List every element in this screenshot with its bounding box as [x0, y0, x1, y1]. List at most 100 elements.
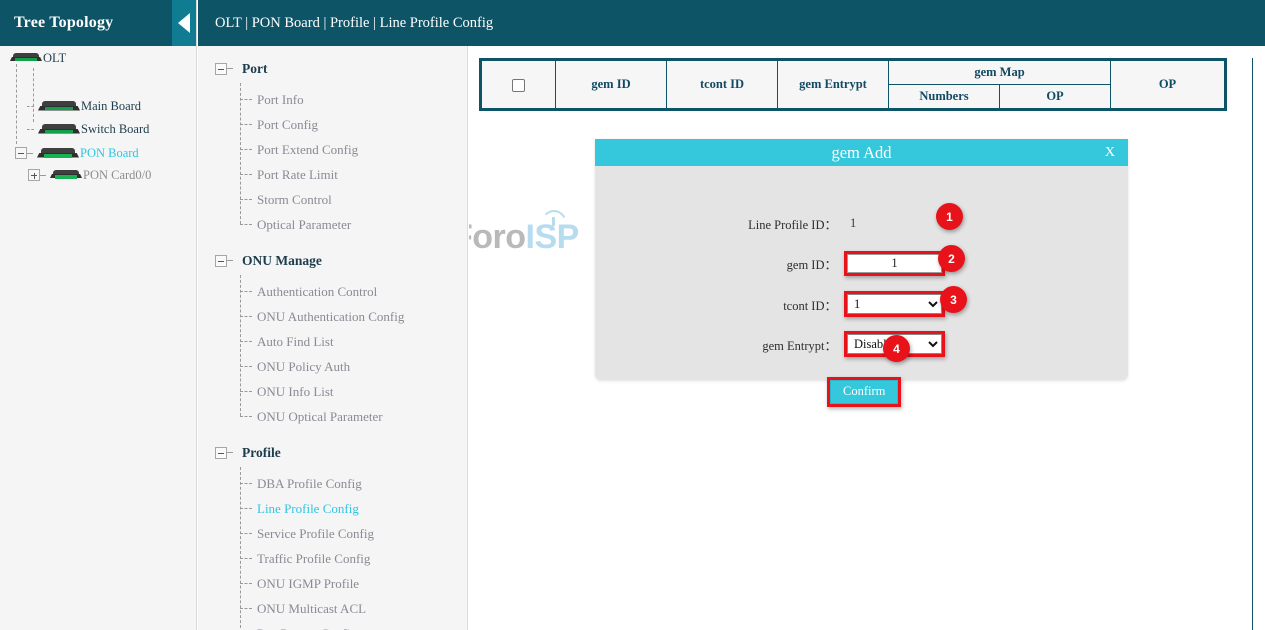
watermark-isp: ISP: [526, 218, 579, 256]
tree-node-pon-card[interactable]: PON Card0/0: [28, 166, 151, 184]
column-header-gem-entrypt: gem Entrypt: [778, 60, 889, 110]
menu-group-port[interactable]: Port: [198, 56, 467, 81]
tcont-id-label: tcont ID：: [595, 295, 844, 314]
field-row-gem-id: gem ID：: [595, 251, 1128, 276]
field-row-gem-entrypt: gem Entrypt： DisableEnable: [595, 331, 1128, 357]
tree-branch-line: [40, 175, 46, 176]
menu-item-label: Port Config: [257, 117, 318, 133]
menu-branch-line: [227, 452, 233, 453]
menu-item-label: ONU Multicast ACL: [257, 601, 366, 617]
annotation-badge-1: 1: [936, 203, 963, 230]
menu-item-auto-find-list[interactable]: Auto Find List: [198, 329, 467, 354]
menu-group-label: Profile: [242, 445, 281, 461]
tcont-id-select[interactable]: 1: [847, 294, 942, 314]
menu-item-label: Line Profile Config: [257, 501, 359, 517]
menu-item-port-extend-config[interactable]: Port Extend Config: [198, 137, 467, 162]
menu-group-onu-manage[interactable]: ONU Manage: [198, 248, 467, 273]
navigation-menu-panel: Port Port Info Port Config Port Extend C…: [198, 46, 468, 630]
watermark-text: ForoISP: [469, 218, 579, 257]
select-all-cell: [481, 60, 556, 110]
tree-topology-body: OLT Main Board Switch Board: [0, 46, 196, 52]
menu-item-dba-profile-config[interactable]: DBA Profile Config: [198, 471, 467, 496]
table-header-row-1: gem ID tcont ID gem Entrypt gem Map OP: [481, 60, 1226, 85]
board-device-icon: [50, 169, 82, 181]
menu-item-port-info[interactable]: Port Info: [198, 87, 467, 112]
triangle-left-icon: [178, 13, 190, 33]
olt-device-icon: [10, 52, 42, 64]
menu-branch-line: [240, 533, 252, 534]
tree-node-pon-board[interactable]: PON Board: [15, 144, 139, 162]
tree-node-olt[interactable]: OLT: [10, 49, 66, 67]
menu-item-onu-info-list[interactable]: ONU Info List: [198, 379, 467, 404]
menu-expander-minus-icon[interactable]: [215, 447, 227, 459]
tree-node-switch-board[interactable]: Switch Board: [27, 120, 149, 138]
menu-item-label: Storm Control: [257, 192, 332, 208]
board-device-icon: [38, 100, 80, 113]
menu-item-onu-optical-parameter[interactable]: ONU Optical Parameter: [198, 404, 467, 429]
menu-item-traffic-profile-config[interactable]: Traffic Profile Config: [198, 546, 467, 571]
board-device-icon: [38, 123, 80, 136]
menu-branch-line: [240, 99, 252, 100]
menu-item-onu-authentication-config[interactable]: ONU Authentication Config: [198, 304, 467, 329]
menu-item-label: Port Extend Config: [257, 142, 358, 158]
olt-management-page: Tree Topology OLT: [0, 0, 1265, 630]
menu-branch-line: [240, 608, 252, 609]
collapse-panel-button[interactable]: [172, 0, 196, 46]
confirm-button-wrap: Confirm: [827, 377, 901, 407]
gem-id-field-wrap: [844, 251, 945, 276]
menu-item-label: ONU Authentication Config: [257, 309, 404, 325]
dialog-body: Line Profile ID： 1 gem ID： tcont ID： 1: [595, 166, 1128, 380]
menu-item-service-profile-config[interactable]: Service Profile Config: [198, 521, 467, 546]
annotation-badge-2: 2: [938, 245, 965, 272]
menu-group-profile[interactable]: Profile: [198, 440, 467, 465]
menu-item-label: Port Rate Limit: [257, 167, 338, 183]
menu-branch-line: [240, 316, 252, 317]
close-icon[interactable]: X: [1105, 145, 1115, 161]
tree-expander-plus-icon[interactable]: [28, 169, 40, 181]
menu-item-storm-control[interactable]: Storm Control: [198, 187, 467, 212]
menu-item-authentication-control[interactable]: Authentication Control: [198, 279, 467, 304]
menu-branch-line: [227, 68, 233, 69]
menu-expander-minus-icon[interactable]: [215, 255, 227, 267]
gem-id-label: gem ID：: [595, 254, 844, 273]
menu-item-line-profile-config[interactable]: Line Profile Config: [198, 496, 467, 521]
column-header-tcont-id: tcont ID: [667, 60, 778, 110]
annotation-highlight-4: Confirm: [827, 377, 901, 407]
dialog-header: gem Add X: [595, 139, 1128, 166]
menu-branch-line: [240, 149, 252, 150]
tree-node-label: Main Board: [81, 99, 141, 114]
wifi-arc-icon: [541, 210, 567, 224]
annotation-badge-4: 4: [883, 335, 910, 362]
top-header-bar: OLT | PON Board | Profile | Line Profile…: [198, 0, 1265, 46]
annotation-highlight-2: 1: [844, 291, 945, 317]
menu-item-label: ONU Optical Parameter: [257, 409, 383, 425]
menu-item-label: Auto Find List: [257, 334, 334, 350]
tree-node-label: Switch Board: [81, 122, 149, 137]
tree-node-label: OLT: [43, 51, 66, 66]
menu-item-onu-igmp-profile[interactable]: ONU IGMP Profile: [198, 571, 467, 596]
tcont-id-field-wrap: 1: [844, 291, 945, 317]
menu-item-label: ONU IGMP Profile: [257, 576, 359, 592]
menu-item-label: DBA Profile Config: [257, 476, 362, 492]
menu-item-optical-parameter[interactable]: Optical Parameter: [198, 212, 467, 237]
menu-branch-line: [240, 224, 252, 225]
field-row-tcont-id: tcont ID： 1: [595, 291, 1128, 317]
confirm-button[interactable]: Confirm: [830, 380, 898, 404]
menu-item-pon-protect-config[interactable]: Pon Protect Config: [198, 621, 467, 630]
menu-item-port-config[interactable]: Port Config: [198, 112, 467, 137]
gem-id-input[interactable]: [847, 254, 942, 273]
menu-branch-line: [227, 260, 233, 261]
tree-expander-minus-icon[interactable]: [15, 147, 27, 159]
menu-item-onu-multicast-acl[interactable]: ONU Multicast ACL: [198, 596, 467, 621]
menu-expander-minus-icon[interactable]: [215, 63, 227, 75]
tree-topology-header: Tree Topology: [0, 0, 196, 46]
menu-item-port-rate-limit[interactable]: Port Rate Limit: [198, 162, 467, 187]
watermark-foro: Foro: [469, 218, 526, 256]
wifi-stem-icon: [552, 217, 555, 226]
tree-node-main-board[interactable]: Main Board: [27, 97, 141, 115]
menu-item-onu-policy-auth[interactable]: ONU Policy Auth: [198, 354, 467, 379]
dialog-title: gem Add: [831, 143, 891, 163]
gem-entrypt-label: gem Entrypt：: [595, 335, 844, 354]
select-all-checkbox[interactable]: [512, 79, 525, 92]
menu-branch-line: [240, 391, 252, 392]
